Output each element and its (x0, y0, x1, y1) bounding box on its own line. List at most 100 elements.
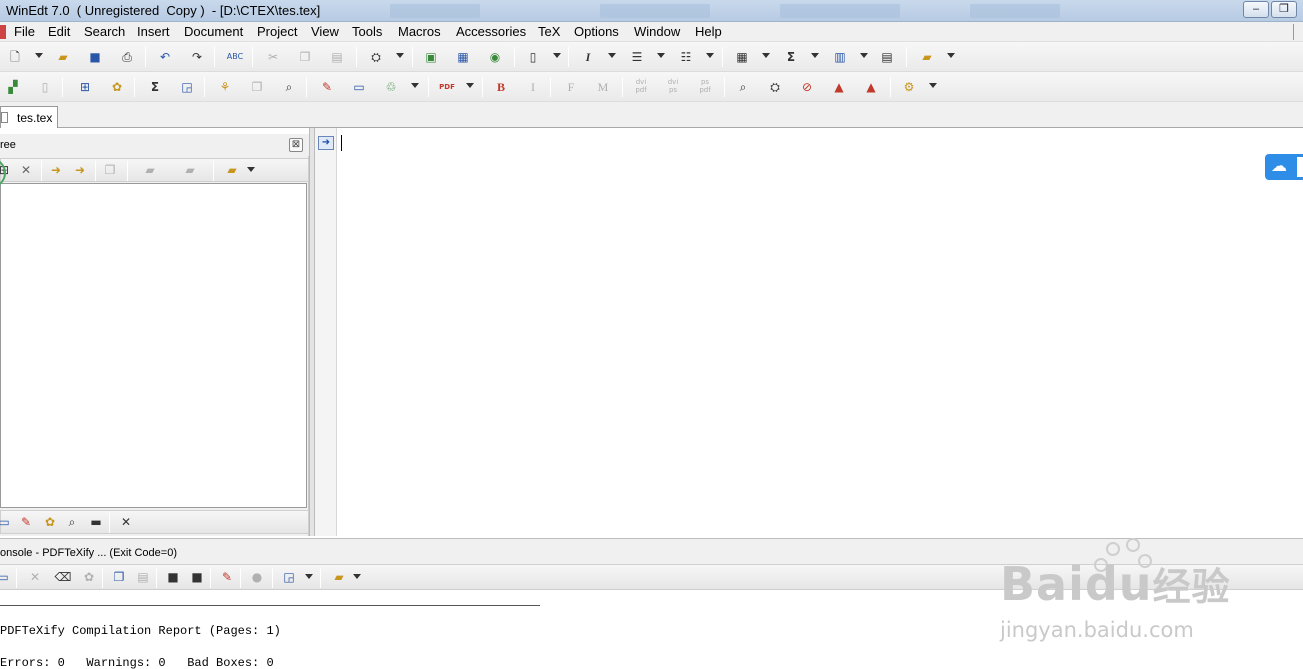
delete-icon[interactable]: ✕ (17, 161, 35, 179)
spell-check-icon[interactable]: ABC (226, 48, 244, 66)
folder-dropdown-icon[interactable] (353, 574, 361, 579)
copy-icon[interactable]: ❐ (296, 48, 314, 66)
window-arrow-icon[interactable]: ◲ (280, 568, 298, 586)
folder-dropdown-icon[interactable] (947, 53, 955, 58)
tree-icon[interactable]: ⊞ (76, 78, 94, 96)
save-icon[interactable]: ■ (86, 48, 104, 66)
page-icon[interactable]: ▯ (36, 78, 54, 96)
menu-macros[interactable]: Macros (398, 24, 441, 39)
delete-icon[interactable]: ✕ (26, 568, 44, 586)
open-all-icon[interactable]: ➜ (71, 161, 89, 179)
project-folder-icon[interactable]: ▰ (223, 161, 241, 179)
menu-options[interactable]: Options (574, 24, 619, 39)
trash-icon[interactable]: ♲ (382, 78, 400, 96)
find-dropdown-icon[interactable] (396, 53, 404, 58)
list-dropdown-icon[interactable] (706, 53, 714, 58)
tools-dropdown-icon[interactable] (411, 83, 419, 88)
options-icon[interactable]: ⚙ (900, 78, 918, 96)
compile-icon[interactable]: ✎ (318, 78, 336, 96)
italic-dropdown-icon[interactable] (608, 53, 616, 58)
menu-search[interactable]: Search (84, 24, 125, 39)
terminal-icon[interactable]: ■ (164, 568, 182, 586)
compile-icon[interactable]: ✎ (218, 568, 236, 586)
restore-button[interactable]: ❐ (1271, 1, 1297, 18)
open-arrow-icon[interactable]: ➜ (47, 161, 65, 179)
book-dropdown-icon[interactable] (860, 53, 868, 58)
pdf-search-icon[interactable]: ▲ (862, 78, 880, 96)
window-arrow-icon[interactable]: ◲ (178, 78, 196, 96)
dvipdf-icon[interactable]: dvi pdf (632, 78, 650, 96)
f-icon[interactable]: F (562, 78, 580, 96)
folder-up-icon[interactable]: ▰ (141, 161, 159, 179)
page-icon[interactable]: ▤ (878, 48, 896, 66)
document-dropdown-icon[interactable] (553, 53, 561, 58)
document-icon[interactable]: ▯ (524, 48, 542, 66)
new-project-icon[interactable]: ▞ (4, 78, 22, 96)
document-system-icon[interactable] (0, 25, 6, 39)
window-dropdown-icon[interactable] (305, 574, 313, 579)
menu-window[interactable]: Window (634, 24, 680, 39)
project-folder-icon[interactable]: ▰ (330, 568, 348, 586)
new-file-icon[interactable]: 🗋 (6, 48, 24, 66)
menu-view[interactable]: View (311, 24, 339, 39)
mdi-restore-control[interactable] (1293, 24, 1303, 40)
open-folder-icon[interactable]: ▰ (54, 48, 72, 66)
undo-icon[interactable]: ↶ (156, 48, 174, 66)
menu-insert[interactable]: Insert (137, 24, 170, 39)
compile-icon[interactable]: ✎ (17, 513, 35, 531)
duplicate-icon[interactable]: ❐ (248, 78, 266, 96)
menu-help[interactable]: Help (695, 24, 722, 39)
cloud-sync-button[interactable]: ☁ (1265, 154, 1303, 180)
m-icon[interactable]: M (594, 78, 612, 96)
tools-icon[interactable]: ✿ (80, 568, 98, 586)
magnifier-icon[interactable]: ⌕ (280, 78, 298, 96)
close-icon[interactable]: ✕ (117, 513, 135, 531)
options-dropdown-icon[interactable] (929, 83, 937, 88)
menu-accessories[interactable]: Accessories (456, 24, 526, 39)
collect-icon[interactable]: ⚘ (216, 78, 234, 96)
cut-icon[interactable]: ✂ (264, 48, 282, 66)
image-icon[interactable]: ▣ (422, 48, 440, 66)
project-tree-icon[interactable]: ✿ (41, 513, 59, 531)
tab-tes-tex[interactable]: tes.tex (0, 106, 58, 128)
list-icon[interactable]: ☷ (677, 48, 695, 66)
pane-icon[interactable]: ▭ (0, 513, 13, 531)
menu-tex[interactable]: TeX (538, 24, 560, 39)
new-dropdown-icon[interactable] (35, 53, 43, 58)
stack-icon[interactable]: ❐ (101, 161, 119, 179)
no-pdf-icon[interactable]: ⊘ (798, 78, 816, 96)
stop-icon[interactable]: ● (248, 568, 266, 586)
italic-icon[interactable]: I (579, 48, 597, 66)
pdftexify-icon[interactable]: PDF (438, 78, 456, 96)
italic-text-icon[interactable]: I (524, 78, 542, 96)
arrow-right-icon[interactable]: ➜ (318, 136, 334, 150)
menu-project[interactable]: Project (257, 24, 297, 39)
sigma-icon[interactable]: Σ (782, 48, 800, 66)
minimize-button[interactable]: – (1243, 1, 1269, 18)
menu-tools[interactable]: Tools (352, 24, 382, 39)
align-icon[interactable]: ☰ (628, 48, 646, 66)
editor-area[interactable]: ➜ ☁ (315, 128, 1303, 536)
paste-icon[interactable]: ▤ (328, 48, 346, 66)
table-icon[interactable]: ▦ (454, 48, 472, 66)
cmd-icon[interactable]: ■ (188, 568, 206, 586)
menu-edit[interactable]: Edit (48, 24, 70, 39)
paste-icon[interactable]: ▤ (134, 568, 152, 586)
menu-file[interactable]: File (14, 24, 35, 39)
search-files-icon[interactable]: ⌕ (63, 513, 81, 531)
web-icon[interactable]: ◉ (486, 48, 504, 66)
acrobat-icon[interactable]: ▲ (830, 78, 848, 96)
dvi-search-icon[interactable]: ⌕ (734, 78, 752, 96)
folder-plus-icon[interactable]: ▰ (181, 161, 199, 179)
dvips-icon[interactable]: dvi ps (664, 78, 682, 96)
pspdf-icon[interactable]: ps pdf (696, 78, 714, 96)
find-icon[interactable]: ⛭ (367, 48, 385, 66)
project-tree-icon[interactable]: ✿ (108, 78, 126, 96)
project-dropdown-icon[interactable] (247, 167, 255, 172)
redo-icon[interactable]: ↷ (188, 48, 206, 66)
grid-dropdown-icon[interactable] (762, 53, 770, 58)
copy-icon[interactable]: ❐ (110, 568, 128, 586)
sigma-dropdown-icon[interactable] (811, 53, 819, 58)
menu-document[interactable]: Document (184, 24, 243, 39)
book-icon[interactable]: ▥ (831, 48, 849, 66)
